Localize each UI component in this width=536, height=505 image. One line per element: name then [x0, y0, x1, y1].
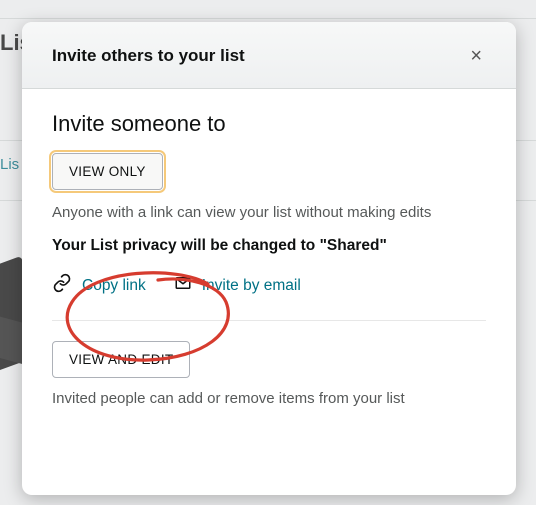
modal-body: Invite someone to VIEW ONLY Anyone with …	[22, 89, 516, 429]
close-button[interactable]: ×	[462, 42, 490, 70]
copy-link-action[interactable]: Copy link	[52, 273, 146, 298]
invite-heading: Invite someone to	[52, 111, 486, 137]
invite-modal: Invite others to your list × Invite some…	[22, 22, 516, 495]
view-and-edit-button[interactable]: VIEW AND EDIT	[52, 341, 190, 378]
view-only-button[interactable]: VIEW ONLY	[52, 153, 163, 190]
share-actions: Copy link Invite by email	[52, 273, 486, 298]
modal-title: Invite others to your list	[52, 46, 245, 66]
view-only-description: Anyone with a link can view your list wi…	[52, 202, 486, 223]
modal-header: Invite others to your list ×	[22, 22, 516, 89]
close-icon: ×	[470, 45, 482, 67]
invite-email-action[interactable]: Invite by email	[174, 274, 301, 297]
link-icon	[52, 273, 72, 298]
view-and-edit-description: Invited people can add or remove items f…	[52, 390, 486, 407]
privacy-change-note: Your List privacy will be changed to "Sh…	[52, 237, 486, 255]
invite-email-label: Invite by email	[202, 277, 301, 295]
divider	[52, 320, 486, 321]
copy-link-label: Copy link	[82, 277, 146, 295]
mail-icon	[174, 274, 192, 297]
